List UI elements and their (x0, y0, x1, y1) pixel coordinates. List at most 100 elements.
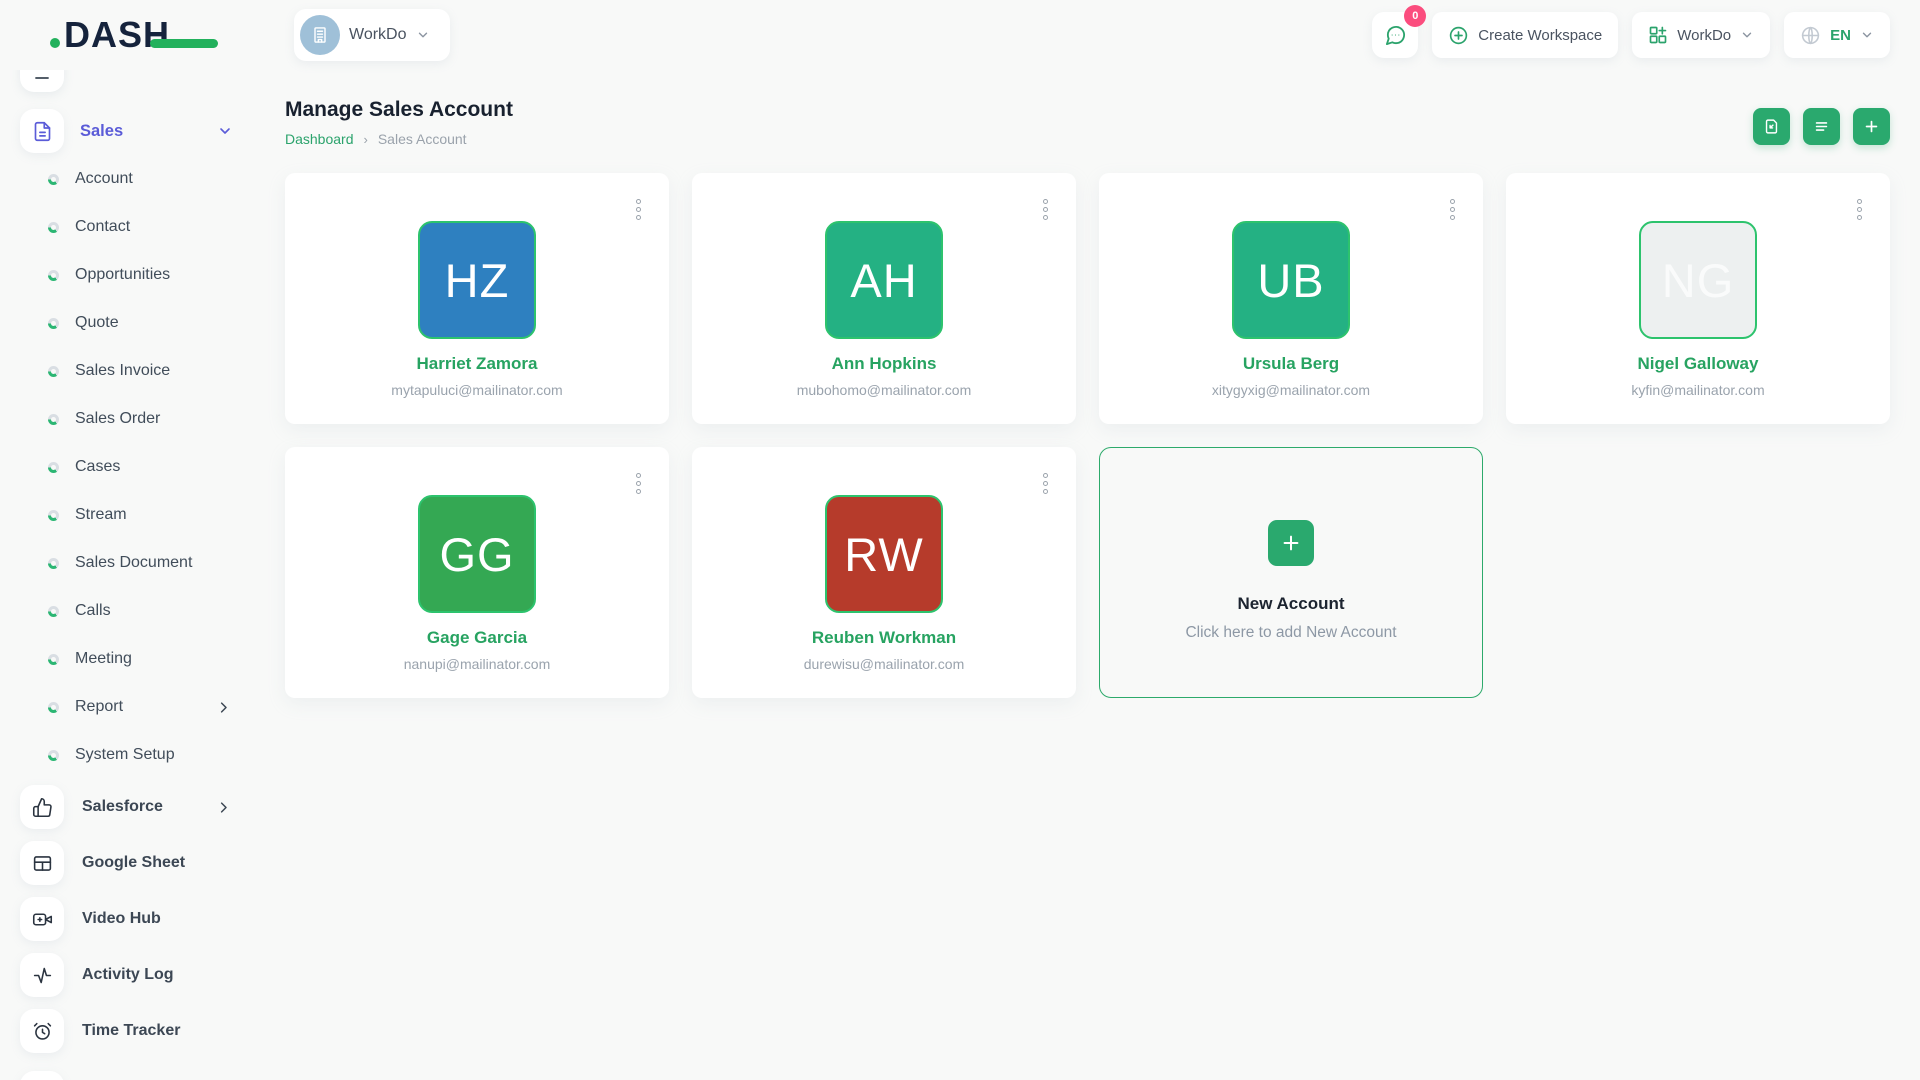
title-row: Manage Sales Account Dashboard › Sales A… (285, 98, 1890, 147)
plus-icon (1268, 520, 1314, 566)
bullet-icon (48, 366, 59, 377)
sidebar-item-sales-invoice[interactable]: Sales Invoice (20, 347, 285, 395)
bullet-icon (48, 270, 59, 281)
account-name-link[interactable]: Nigel Galloway (1638, 354, 1759, 374)
avatar: AH (825, 221, 943, 339)
sidebar-item-meeting[interactable]: Meeting (20, 635, 285, 683)
account-email: xitygyxig@mailinator.com (1212, 382, 1370, 398)
kebab-menu-icon[interactable] (632, 469, 645, 498)
sidebar-module-video-hub[interactable]: Video Hub (20, 891, 285, 947)
sidebar-item-calls[interactable]: Calls (20, 587, 285, 635)
sidebar-module-google-sheet[interactable]: Google Sheet (20, 835, 285, 891)
sidebar-module-label: Video Hub (82, 910, 161, 928)
new-account-card[interactable]: New Account Click here to add New Accoun… (1099, 447, 1483, 698)
account-card-ann-hopkins[interactable]: AH Ann Hopkins mubohomo@mailinator.com (692, 173, 1076, 424)
kebab-menu-icon[interactable] (1446, 195, 1459, 224)
add-account-button[interactable] (1853, 108, 1890, 145)
sidebar-module-activity-log[interactable]: Activity Log (20, 947, 285, 1003)
sidebar-item-report[interactable]: Report (20, 683, 285, 731)
sidebar-collapse-button[interactable] (20, 70, 64, 92)
video-icon (20, 897, 64, 941)
sidebar-item-quote[interactable]: Quote (20, 299, 285, 347)
top-header: DASH WorkDo 0 (0, 0, 1920, 70)
bullet-icon (48, 606, 59, 617)
kebab-menu-icon[interactable] (1853, 195, 1866, 224)
bullet-icon (48, 654, 59, 665)
sidebar-item-sales-document[interactable]: Sales Document (20, 539, 285, 587)
alarm-clock-icon (20, 1009, 64, 1053)
account-name-link[interactable]: Ann Hopkins (832, 354, 937, 374)
bullet-icon (48, 702, 59, 713)
account-name-link[interactable]: Harriet Zamora (417, 354, 538, 374)
bullet-icon (48, 414, 59, 425)
sidebar-item-label: Contact (75, 218, 130, 236)
bullet-icon (48, 750, 59, 761)
sidebar-item-opportunities[interactable]: Opportunities (20, 251, 285, 299)
grid-plus-icon (1648, 25, 1668, 45)
sidebar-item-partial (20, 1071, 64, 1080)
sidebar-item-label: Cases (75, 458, 120, 476)
page-actions (1753, 108, 1890, 145)
new-account-title: New Account (1237, 594, 1344, 614)
messages-button[interactable]: 0 (1372, 12, 1418, 58)
sidebar-module-salesforce[interactable]: Salesforce (20, 779, 285, 835)
avatar: RW (825, 495, 943, 613)
account-name-link[interactable]: Ursula Berg (1243, 354, 1339, 374)
account-card-reuben-workman[interactable]: RW Reuben Workman durewisu@mailinator.com (692, 447, 1076, 698)
sidebar-module-label: Google Sheet (82, 854, 185, 872)
bullet-icon (48, 558, 59, 569)
account-email: mytapuluci@mailinator.com (391, 382, 562, 398)
export-button[interactable] (1753, 108, 1790, 145)
sidebar-item-label: Sales Document (75, 554, 192, 572)
account-email: nanupi@mailinator.com (404, 656, 551, 672)
workspace-selector[interactable]: WorkDo (294, 9, 450, 61)
account-card-harriet-zamora[interactable]: HZ Harriet Zamora mytapuluci@mailinator.co… (285, 173, 669, 424)
account-card-gage-garcia[interactable]: GGGage Garciananupi@mailinator.com (285, 447, 669, 698)
account-card-nigel-galloway[interactable]: NGNigel Gallowaykyfin@mailinator.com (1506, 173, 1890, 424)
accounts-grid: HZ Harriet Zamora mytapuluci@mailinator.co… (285, 173, 1890, 698)
account-email: kyfin@mailinator.com (1631, 382, 1764, 398)
list-view-button[interactable] (1803, 108, 1840, 145)
account-card-ursula-berg[interactable]: UBUrsula Bergxitygyxig@mailinator.com (1099, 173, 1483, 424)
account-name-link[interactable]: Reuben Workman (812, 628, 956, 648)
breadcrumb-dashboard-link[interactable]: Dashboard (285, 131, 354, 147)
sidebar-item-label: Sales Invoice (75, 362, 170, 380)
sidebar-module-time-tracker[interactable]: Time Tracker (20, 1003, 285, 1059)
sidebar-item-sales-order[interactable]: Sales Order (20, 395, 285, 443)
header-right: 0 Create Workspace WorkDo (1372, 12, 1890, 58)
account-email: durewisu@mailinator.com (804, 656, 965, 672)
page-title: Manage Sales Account (285, 98, 513, 122)
sidebar-item-cases[interactable]: Cases (20, 443, 285, 491)
kebab-menu-icon[interactable] (1039, 195, 1052, 224)
app-switcher[interactable]: WorkDo (1632, 12, 1770, 58)
sidebar-module-label: Activity Log (82, 966, 174, 984)
avatar: HZ (418, 221, 536, 339)
sidebar-item-contact[interactable]: Contact (20, 203, 285, 251)
chevron-down-icon (1740, 28, 1754, 42)
dash-logo[interactable]: DASH (64, 17, 294, 53)
kebab-menu-icon[interactable] (632, 195, 645, 224)
main-content: Manage Sales Account Dashboard › Sales A… (285, 70, 1920, 1080)
sidebar-item-label: Stream (75, 506, 127, 524)
bullet-icon (48, 318, 59, 329)
activity-icon (20, 953, 64, 997)
sidebar-item-stream[interactable]: Stream (20, 491, 285, 539)
bullet-icon (48, 510, 59, 521)
account-email: mubohomo@mailinator.com (797, 382, 972, 398)
messages-count-badge: 0 (1404, 5, 1426, 27)
chat-bubble-icon (1384, 24, 1407, 47)
sidebar-module-label: Time Tracker (82, 1022, 180, 1040)
sidebar-section-sales[interactable]: Sales (20, 107, 285, 155)
globe-icon (1800, 25, 1821, 46)
kebab-menu-icon[interactable] (1039, 469, 1052, 498)
language-selector[interactable]: EN (1784, 12, 1890, 58)
sidebar-item-label: Report (75, 698, 123, 716)
workspace-name: WorkDo (349, 26, 407, 44)
sidebar-section-label: Sales (80, 122, 123, 141)
account-name-link[interactable]: Gage Garcia (427, 628, 527, 648)
create-workspace-button[interactable]: Create Workspace (1432, 12, 1618, 58)
bullet-icon (48, 462, 59, 473)
bullet-icon (48, 174, 59, 185)
sidebar-item-account[interactable]: Account (20, 155, 285, 203)
sidebar-item-system-setup[interactable]: System Setup (20, 731, 285, 779)
